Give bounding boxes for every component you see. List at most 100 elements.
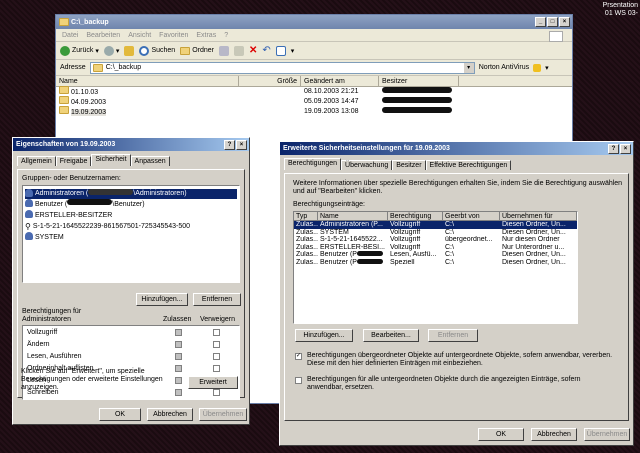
- tab-effective-permissions[interactable]: Effektive Berechtigungen: [425, 160, 512, 170]
- remove-entry-button[interactable]: Entfernen: [428, 329, 478, 342]
- deny-header: Verweigern: [200, 316, 236, 323]
- advanced-titlebar: Erweiterte Sicherheitseinstellungen für …: [280, 142, 633, 155]
- norton-antivirus-button[interactable]: Norton AntiVirus: [479, 64, 529, 71]
- help-button[interactable]: ?: [608, 143, 619, 154]
- close-button[interactable]: ×: [620, 143, 631, 154]
- deny-checkbox[interactable]: [213, 329, 220, 336]
- col-permission[interactable]: Berechtigung: [388, 212, 443, 220]
- search-icon: [139, 45, 150, 56]
- user-item[interactable]: Administratoren (\Administratoren): [25, 189, 237, 199]
- groups-label: Gruppen- oder Benutzernamen:: [22, 175, 121, 182]
- deny-checkbox[interactable]: [213, 389, 220, 396]
- col-type[interactable]: Typ: [294, 212, 318, 220]
- redacted-domain: [88, 189, 134, 195]
- up-folder-icon[interactable]: [124, 45, 135, 56]
- tab-auditing[interactable]: Überwachung: [341, 160, 393, 170]
- file-row[interactable]: 19.09.2003 19.09.2003 13:08: [56, 106, 572, 117]
- add-entry-button[interactable]: Hinzufügen...: [295, 329, 353, 342]
- col-name[interactable]: Name: [56, 76, 239, 86]
- minimize-button[interactable]: _: [535, 17, 546, 27]
- views-icon[interactable]: [275, 45, 286, 56]
- entry-row[interactable]: Zulas... SYSTEM Vollzugriff C:\ Diesen O…: [294, 229, 577, 237]
- user-list[interactable]: Administratoren (\Administratoren) Benut…: [22, 185, 240, 283]
- tab-permissions[interactable]: Berechtigungen: [284, 158, 342, 170]
- entry-apply: Diesen Ordner, Un...: [502, 228, 566, 236]
- group-icon: [25, 210, 33, 218]
- deny-checkbox[interactable]: [213, 353, 220, 360]
- move-to-icon[interactable]: [218, 45, 229, 56]
- tab-general[interactable]: Allgemein: [17, 156, 56, 166]
- menu-favorites[interactable]: Favoriten: [159, 32, 188, 39]
- col-modified[interactable]: Geändert am: [301, 76, 379, 86]
- menu-edit[interactable]: Bearbeiten: [86, 32, 120, 39]
- add-user-button[interactable]: Hinzufügen...: [136, 293, 188, 306]
- apply-button[interactable]: Übernehmen: [584, 428, 630, 441]
- tab-sharing[interactable]: Freigabe: [55, 156, 92, 166]
- redacted-domain: [356, 251, 383, 256]
- col-owner[interactable]: Besitzer: [379, 76, 459, 86]
- cancel-button[interactable]: Abbrechen: [147, 408, 193, 421]
- address-dropdown-icon[interactable]: ▾: [463, 62, 474, 73]
- advanced-tabs: Berechtigungen Überwachung Besitzer Effe…: [280, 158, 633, 170]
- entry-row[interactable]: Zulas... Benutzer (P Lesen, Ausfü... C:\…: [294, 251, 577, 259]
- close-button[interactable]: ×: [559, 17, 570, 27]
- menu-view[interactable]: Ansicht: [128, 32, 151, 39]
- redacted-owner: [382, 107, 452, 113]
- ok-button[interactable]: OK: [99, 408, 141, 421]
- entry-row[interactable]: Zulas... Administratoren (P... Vollzugri…: [294, 221, 577, 229]
- user-item[interactable]: ⚲ S-1-5-21-1645522239-861567501-72534554…: [25, 221, 237, 232]
- entry-permission: Vollzugriff: [390, 243, 421, 251]
- entry-apply: Nur Unterordner u...: [502, 243, 565, 251]
- close-button[interactable]: ×: [236, 139, 247, 150]
- properties-dialog: Eigenschaften von 19.09.2003 ? × Allgeme…: [12, 137, 250, 425]
- remove-user-button[interactable]: Entfernen: [193, 293, 241, 306]
- entry-row[interactable]: Zulas... ERSTELLER-BESI... Vollzugriff C…: [294, 244, 577, 252]
- security-panel: Gruppen- oder Benutzernamen: Administrat…: [17, 169, 245, 400]
- back-button[interactable]: Zurück ▾: [60, 45, 99, 56]
- ok-button[interactable]: OK: [478, 428, 524, 441]
- entry-apply: Diesen Ordner, Un...: [502, 251, 566, 258]
- allow-checkbox[interactable]: [175, 329, 182, 336]
- user-item[interactable]: ERSTELLER-BESITZER: [25, 210, 237, 221]
- tab-security[interactable]: Sicherheit: [91, 154, 131, 166]
- menu-file[interactable]: Datei: [62, 32, 78, 39]
- back-arrow-icon: [60, 45, 70, 56]
- replace-checkbox[interactable]: [295, 377, 302, 384]
- cancel-button[interactable]: Abbrechen: [531, 428, 577, 441]
- explorer-toolbar: Zurück ▾ ▾ Suchen Ordner ✕ ↶ ▾: [56, 42, 572, 60]
- help-button[interactable]: ?: [224, 139, 235, 150]
- col-apply-to[interactable]: Übernehmen für: [500, 212, 577, 220]
- col-inherited-from[interactable]: Geerbt von: [443, 212, 500, 220]
- forward-button[interactable]: ▾: [103, 45, 119, 56]
- address-input[interactable]: C:\_backup ▾: [89, 61, 475, 74]
- group-icon: [25, 199, 33, 207]
- folders-button[interactable]: Ordner: [180, 46, 214, 55]
- user-name: SYSTEM: [34, 234, 64, 241]
- address-value: C:\_backup: [105, 64, 142, 71]
- menu-help[interactable]: ?: [224, 32, 228, 39]
- deny-checkbox[interactable]: [213, 365, 220, 372]
- edit-entry-button[interactable]: Bearbeiten...: [363, 329, 419, 342]
- entry-row[interactable]: Zulas... S-1-5-21-1645522... Vollzugriff…: [294, 236, 577, 244]
- user-item[interactable]: SYSTEM: [25, 232, 237, 243]
- menu-tools[interactable]: Extras: [196, 32, 216, 39]
- deny-checkbox[interactable]: [213, 341, 220, 348]
- entry-row[interactable]: Zulas... Benutzer (P Speziell C:\ Diesen…: [294, 258, 577, 267]
- corner-line-2: 01 WS 03-: [604, 10, 638, 17]
- advanced-button[interactable]: Erweitert: [188, 376, 238, 389]
- maximize-button[interactable]: □: [547, 17, 558, 27]
- col-name[interactable]: Name: [318, 212, 388, 220]
- user-item[interactable]: Benutzer (\Benutzer): [25, 199, 237, 210]
- col-size[interactable]: Größe: [239, 76, 301, 86]
- allow-checkbox[interactable]: [175, 341, 182, 348]
- copy-to-icon[interactable]: [233, 45, 244, 56]
- undo-icon[interactable]: ↶: [262, 45, 270, 56]
- search-button[interactable]: Suchen: [139, 45, 175, 56]
- allow-checkbox[interactable]: [175, 353, 182, 360]
- apply-button[interactable]: Übernehmen: [199, 408, 247, 421]
- inherit-checkbox[interactable]: ✓: [295, 353, 302, 360]
- user-suffix: \Administratoren): [133, 190, 187, 197]
- delete-icon[interactable]: ✕: [249, 45, 257, 56]
- tab-customize[interactable]: Anpassen: [130, 156, 170, 166]
- tab-owner[interactable]: Besitzer: [392, 160, 426, 170]
